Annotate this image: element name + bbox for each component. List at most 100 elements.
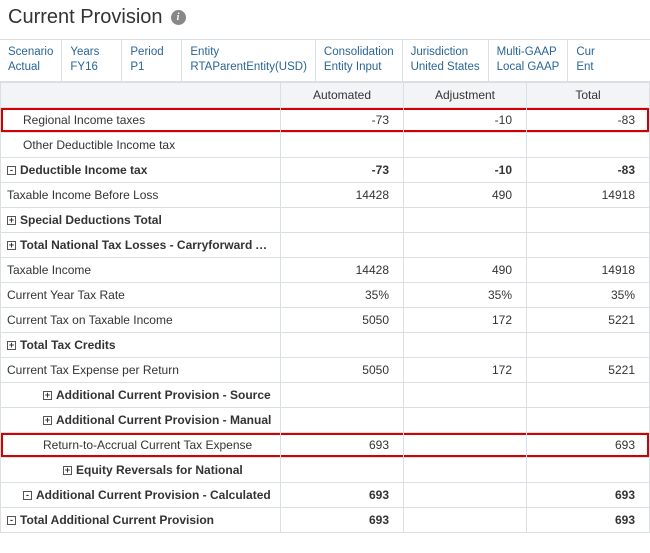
row-header[interactable]: + Total National Tax Losses - Carryforwar…	[1, 233, 281, 258]
cell-automated	[281, 208, 404, 233]
cell-adjustment: 172	[404, 308, 527, 333]
cell-total: 693	[527, 483, 650, 508]
table-row: + Equity Reversals for National	[1, 458, 650, 483]
expand-icon[interactable]: +	[43, 391, 52, 400]
expand-icon[interactable]: +	[43, 416, 52, 425]
row-label: Total Additional Current Provision	[20, 513, 214, 527]
cell-adjustment: 35%	[404, 283, 527, 308]
cell-adjustment[interactable]	[404, 433, 527, 458]
cell-automated	[281, 408, 404, 433]
pov-cell[interactable]: ConsolidationEntity Input	[316, 40, 403, 81]
cell-adjustment	[404, 208, 527, 233]
cell-automated: -73	[281, 108, 404, 133]
cell-automated	[281, 233, 404, 258]
pov-cell[interactable]: JurisdictionUnited States	[403, 40, 489, 81]
cell-automated	[281, 333, 404, 358]
pov-cell[interactable]: EntityRTAParentEntity(USD)	[182, 40, 316, 81]
row-label: Taxable Income Before Loss	[7, 188, 158, 202]
table-row: + Special Deductions Total	[1, 208, 650, 233]
row-label: Equity Reversals for National	[76, 463, 243, 477]
pov-dimension-value: P1	[130, 60, 173, 75]
cell-total: -83	[527, 108, 650, 133]
row-header[interactable]: +Additional Current Provision - Source	[1, 383, 281, 408]
data-grid: Automated Adjustment Total Regional Inco…	[0, 82, 650, 533]
collapse-icon[interactable]: -	[23, 491, 32, 500]
pov-cell[interactable]: CurEnt	[568, 40, 628, 81]
cell-automated: 693	[281, 508, 404, 533]
expand-icon[interactable]: +	[7, 241, 16, 250]
row-header[interactable]: Current Tax on Taxable Income	[1, 308, 281, 333]
row-label: Special Deductions Total	[20, 213, 162, 227]
cell-automated: 693	[281, 433, 404, 458]
pov-cell[interactable]: Multi-GAAPLocal GAAP	[489, 40, 569, 81]
column-header-adjustment[interactable]: Adjustment	[404, 83, 527, 108]
row-header[interactable]: Other Deductible Income tax	[1, 133, 281, 158]
row-label: Taxable Income	[7, 263, 91, 277]
cell-total: 14918	[527, 183, 650, 208]
column-header-row: Automated Adjustment Total	[1, 83, 650, 108]
row-label: Current Tax Expense per Return	[7, 363, 179, 377]
row-header[interactable]: Regional Income taxes	[1, 108, 281, 133]
table-row: +Additional Current Provision - Source	[1, 383, 650, 408]
column-header-total[interactable]: Total	[527, 83, 650, 108]
row-label: Regional Income taxes	[23, 113, 145, 127]
cell-adjustment[interactable]	[404, 133, 527, 158]
cell-automated	[281, 458, 404, 483]
column-header-automated[interactable]: Automated	[281, 83, 404, 108]
row-header[interactable]: -Total Additional Current Provision	[1, 508, 281, 533]
expand-icon[interactable]: +	[7, 216, 16, 225]
cell-automated: 5050	[281, 358, 404, 383]
pov-cell[interactable]: PeriodP1	[122, 40, 182, 81]
collapse-icon[interactable]: -	[7, 516, 16, 525]
row-header[interactable]: + Additional Current Provision - Manual	[1, 408, 281, 433]
row-header[interactable]: Taxable Income	[1, 258, 281, 283]
collapse-icon[interactable]: -	[7, 166, 16, 175]
pov-dimension-label: Period	[130, 45, 173, 60]
cell-automated: 5050	[281, 308, 404, 333]
row-header[interactable]: + Total Tax Credits	[1, 333, 281, 358]
cell-adjustment	[404, 508, 527, 533]
row-label: Other Deductible Income tax	[23, 138, 175, 152]
row-header[interactable]: -Additional Current Provision - Calculat…	[1, 483, 281, 508]
pov-dimension-value: Local GAAP	[497, 60, 560, 75]
cell-total: 693	[527, 508, 650, 533]
info-icon[interactable]: i	[171, 10, 186, 25]
pov-dimension-value: FY16	[70, 60, 113, 75]
table-row: Current Year Tax Rate35%35%35%	[1, 283, 650, 308]
pov-bar: ScenarioActualYearsFY16PeriodP1EntityRTA…	[0, 39, 650, 82]
expand-icon[interactable]: +	[7, 341, 16, 350]
row-header[interactable]: Return-to-Accrual Current Tax Expense	[1, 433, 281, 458]
table-row: Regional Income taxes-73-10-83	[1, 108, 650, 133]
row-label: Return-to-Accrual Current Tax Expense	[43, 438, 252, 452]
row-label: Additional Current Provision - Calculate…	[36, 488, 271, 502]
pov-dimension-label: Cur	[576, 45, 620, 60]
table-row: -Deductible Income tax-73-10-83	[1, 158, 650, 183]
pov-cell[interactable]: ScenarioActual	[0, 40, 62, 81]
row-header[interactable]: Current Tax Expense per Return	[1, 358, 281, 383]
expand-icon[interactable]: +	[63, 466, 72, 475]
cell-automated: 693	[281, 483, 404, 508]
row-header[interactable]: Taxable Income Before Loss	[1, 183, 281, 208]
row-header[interactable]: Current Year Tax Rate	[1, 283, 281, 308]
cell-adjustment	[404, 458, 527, 483]
row-header[interactable]: + Equity Reversals for National	[1, 458, 281, 483]
pov-dimension-value: Actual	[8, 60, 53, 75]
cell-total: 35%	[527, 283, 650, 308]
table-row: Current Tax on Taxable Income50501725221	[1, 308, 650, 333]
row-label: Deductible Income tax	[20, 163, 147, 177]
table-row: + Total National Tax Losses - Carryforwar…	[1, 233, 650, 258]
row-header[interactable]: + Special Deductions Total	[1, 208, 281, 233]
cell-adjustment: 490	[404, 258, 527, 283]
cell-total: 693	[527, 433, 650, 458]
cell-total	[527, 208, 650, 233]
cell-adjustment: 490	[404, 183, 527, 208]
column-header-blank	[1, 83, 281, 108]
table-row: -Total Additional Current Provision69369…	[1, 508, 650, 533]
row-header[interactable]: -Deductible Income tax	[1, 158, 281, 183]
pov-cell[interactable]: YearsFY16	[62, 40, 122, 81]
cell-automated: 14428	[281, 183, 404, 208]
row-label: Additional Current Provision - Manual	[56, 413, 271, 427]
row-label: Total Tax Credits	[20, 338, 116, 352]
cell-total	[527, 383, 650, 408]
row-label: Total National Tax Losses - Carryforward…	[20, 238, 281, 252]
